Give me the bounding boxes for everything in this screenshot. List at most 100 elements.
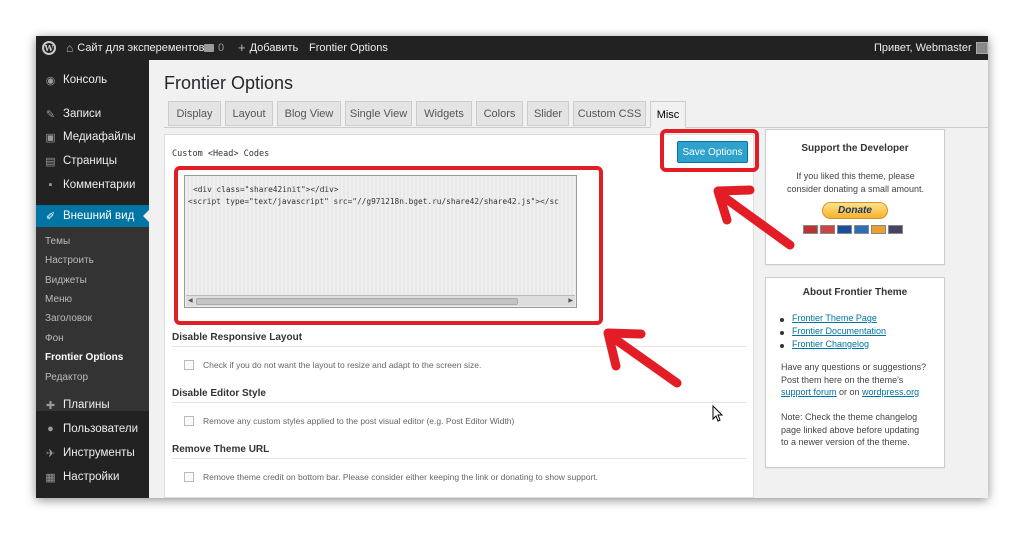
sidebar-item-tools[interactable]: ✈ Инструменты bbox=[36, 442, 149, 464]
sidebar-item-media[interactable]: ▣ Медиафайлы bbox=[36, 126, 149, 148]
sidebar-item-label: Записи bbox=[63, 108, 102, 120]
sidebar-item-plugins[interactable]: ✚ Плагины bbox=[36, 394, 149, 416]
sidebar-item-label: Внешний вид bbox=[63, 210, 135, 222]
payment-cards bbox=[803, 225, 903, 234]
wordpress-logo[interactable]: W bbox=[42, 36, 56, 60]
submenu-item-themes[interactable]: Темы bbox=[45, 236, 70, 247]
plus-icon: + bbox=[238, 40, 246, 55]
section-title-theme-url: Remove Theme URL bbox=[172, 444, 270, 455]
submenu-item-menus[interactable]: Меню bbox=[45, 294, 72, 305]
sidebar-item-appearance[interactable]: ✐ Внешний вид bbox=[36, 205, 149, 227]
tools-icon: ✈ bbox=[45, 447, 56, 460]
section-divider bbox=[172, 458, 747, 459]
sidebar-item-label: Консоль bbox=[63, 74, 108, 86]
save-button-highlight bbox=[660, 129, 759, 172]
sidebar-item-label: Инструменты bbox=[63, 447, 135, 459]
tabs-divider bbox=[164, 127, 988, 128]
theme-options-link[interactable]: Frontier Options bbox=[309, 36, 388, 60]
pin-icon: ✎ bbox=[45, 108, 56, 121]
sidebar-item-label: Настройки bbox=[63, 471, 120, 483]
submenu-item-header[interactable]: Заголовок bbox=[45, 313, 92, 324]
bullet-icon bbox=[780, 344, 784, 348]
card-icon bbox=[888, 225, 903, 234]
appearance-icon: ✐ bbox=[45, 210, 56, 223]
card-icon bbox=[854, 225, 869, 234]
sidebar-item-label: Медиафайлы bbox=[63, 131, 136, 143]
tab-blog-view[interactable]: Blog View bbox=[277, 101, 341, 126]
user-account-link[interactable]: Привет, Webmaster bbox=[874, 36, 988, 60]
submenu-item-background[interactable]: Фон bbox=[45, 333, 64, 344]
tab-single-view[interactable]: Single View bbox=[345, 101, 412, 126]
wordpress-org-link[interactable]: wordpress.org bbox=[862, 387, 919, 397]
pages-icon: ▤ bbox=[45, 155, 56, 168]
disable-editor-style-checkbox[interactable] bbox=[184, 416, 194, 426]
sidebar-item-settings[interactable]: ▦ Настройки bbox=[36, 466, 149, 488]
section-divider bbox=[172, 402, 747, 403]
support-developer-widget: Support the Developer If you liked this … bbox=[765, 129, 945, 265]
home-icon: ⌂ bbox=[66, 41, 74, 55]
card-icon bbox=[803, 225, 818, 234]
add-new-link[interactable]: + Добавить bbox=[238, 36, 298, 60]
tab-display[interactable]: Display bbox=[168, 101, 221, 126]
comments-link[interactable]: 0 bbox=[204, 36, 224, 60]
sidebar-item-comments[interactable]: ▪ Комментарии bbox=[36, 174, 149, 196]
tab-layout[interactable]: Layout bbox=[225, 101, 273, 126]
avatar bbox=[975, 42, 988, 54]
support-forum-link[interactable]: support forum bbox=[781, 387, 837, 397]
wordpress-icon: W bbox=[42, 41, 56, 55]
card-icon bbox=[820, 225, 835, 234]
submenu-item-editor[interactable]: Редактор bbox=[45, 372, 88, 383]
section-title-editor-style: Disable Editor Style bbox=[172, 388, 266, 399]
support-text: If you liked this theme, please consider… bbox=[786, 171, 925, 194]
tab-widgets[interactable]: Widgets bbox=[416, 101, 472, 126]
bullet-icon bbox=[780, 318, 784, 322]
sidebar-item-label: Комментарии bbox=[63, 179, 136, 191]
tab-custom-css[interactable]: Custom CSS bbox=[573, 101, 646, 126]
option-theme-url: Remove theme credit on bottom bar. Pleas… bbox=[184, 472, 598, 482]
option-responsive: Check if you do not want the layout to r… bbox=[184, 360, 481, 370]
head-codes-label: Custom <Head> Codes bbox=[172, 149, 270, 159]
tab-slider[interactable]: Slider bbox=[527, 101, 569, 126]
card-icon bbox=[837, 225, 852, 234]
sidebar-item-users[interactable]: ● Пользователи bbox=[36, 418, 149, 440]
site-name-link[interactable]: ⌂ Сайт для эксперементов bbox=[66, 36, 205, 60]
plugins-icon: ✚ bbox=[45, 399, 56, 412]
sidebar-item-pages[interactable]: ▤ Страницы bbox=[36, 150, 149, 172]
sidebar-item-pin[interactable]: ✎ Записи bbox=[36, 103, 149, 125]
bullet-icon bbox=[780, 331, 784, 335]
documentation-link[interactable]: Frontier Documentation bbox=[792, 326, 886, 336]
section-divider bbox=[172, 346, 747, 347]
settings-icon: ▦ bbox=[45, 471, 56, 484]
submenu-item-customize[interactable]: Настроить bbox=[45, 255, 94, 266]
remove-theme-url-checkbox[interactable] bbox=[184, 472, 194, 482]
submenu-item-widgets[interactable]: Виджеты bbox=[45, 275, 87, 286]
admin-sidebar: Темы Настроить Виджеты Меню Заголовок Фо… bbox=[36, 60, 149, 498]
tab-colors[interactable]: Colors bbox=[476, 101, 523, 126]
submenu-item-frontier-options[interactable]: Frontier Options bbox=[45, 352, 123, 363]
questions-text: Have any questions or suggestions? Post … bbox=[781, 362, 927, 397]
dashboard-icon: ◉ bbox=[45, 74, 56, 87]
section-title-responsive: Disable Responsive Layout bbox=[172, 332, 303, 343]
cursor-icon bbox=[712, 405, 724, 422]
users-icon: ● bbox=[47, 423, 54, 435]
sidebar-item-dashboard[interactable]: ◉ Консоль bbox=[36, 69, 149, 91]
appearance-submenu: Темы Настроить Виджеты Меню Заголовок Фо… bbox=[36, 227, 149, 411]
theme-page-link[interactable]: Frontier Theme Page bbox=[792, 313, 877, 323]
disable-responsive-checkbox[interactable] bbox=[184, 360, 194, 370]
sidebar-item-label: Плагины bbox=[63, 399, 110, 411]
page-title: Frontier Options bbox=[164, 73, 294, 93]
media-icon: ▣ bbox=[45, 131, 56, 144]
comments-icon: ▪ bbox=[48, 179, 53, 191]
donate-button[interactable]: Donate bbox=[822, 202, 888, 219]
about-theme-widget: About Frontier Theme Frontier Theme Page… bbox=[765, 277, 945, 468]
tab-misc[interactable]: Misc bbox=[650, 101, 686, 128]
comment-bubble-icon bbox=[204, 44, 214, 52]
sidebar-item-label: Пользователи bbox=[63, 423, 139, 435]
code-area-highlight bbox=[174, 166, 603, 325]
changelog-note: Note: Check the theme changelog page lin… bbox=[781, 412, 920, 447]
card-icon bbox=[871, 225, 886, 234]
sidebar-item-label: Страницы bbox=[63, 155, 117, 167]
widget-title: About Frontier Theme bbox=[802, 287, 908, 298]
option-editor-style: Remove any custom styles applied to the … bbox=[184, 416, 514, 426]
changelog-link[interactable]: Frontier Changelog bbox=[792, 339, 869, 349]
